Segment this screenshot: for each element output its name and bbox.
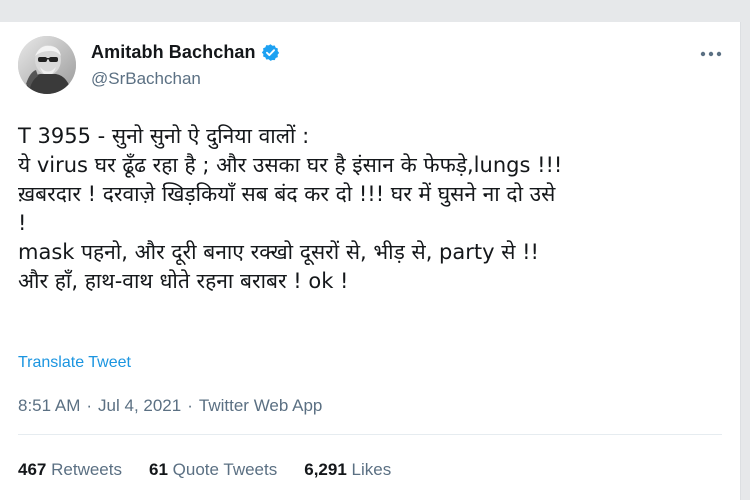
tweet-date[interactable]: Jul 4, 2021 [98, 396, 181, 415]
engagement-stats: 467 Retweets 61 Quote Tweets 6,291 Likes [18, 460, 391, 480]
author-name-row: Amitabh Bachchan [91, 42, 280, 63]
tweet-meta: 8:51 AM · Jul 4, 2021 · Twitter Web App [18, 396, 322, 416]
tweet-text-line: mask पहनो, और दूरी बनाए रक्खो दूसरों से,… [18, 240, 539, 264]
tweet-text: T 3955 - सुनो सुनो ऐ दुनिया वालों : ये v… [18, 122, 718, 296]
retweets-label: Retweets [51, 460, 122, 479]
tweet-card: Amitabh Bachchan @SrBachchan T 3955 - सु… [0, 22, 741, 500]
meta-separator: · [86, 396, 93, 415]
author-handle[interactable]: @SrBachchan [91, 69, 201, 89]
tweet-text-line: और हाँ, हाथ-वाथ धोते रहना बराबर ! ok ! [18, 269, 349, 293]
tweet-text-line: ! [18, 211, 27, 235]
likes-count: 6,291 [304, 460, 347, 479]
quote-tweets-stat[interactable]: 61 Quote Tweets [149, 460, 277, 480]
likes-label: Likes [351, 460, 392, 479]
likes-stat[interactable]: 6,291 Likes [304, 460, 391, 480]
retweets-count: 467 [18, 460, 47, 479]
tweet-source[interactable]: Twitter Web App [199, 396, 322, 415]
author-display-name[interactable]: Amitabh Bachchan [91, 42, 256, 63]
meta-separator: · [187, 396, 193, 415]
tweet-text-line: T 3955 - सुनो सुनो ऐ दुनिया वालों : [18, 124, 310, 148]
profile-photo-icon [18, 36, 76, 94]
screenshot-frame: Amitabh Bachchan @SrBachchan T 3955 - सु… [0, 0, 750, 500]
avatar[interactable] [18, 36, 76, 94]
retweets-stat[interactable]: 467 Retweets [18, 460, 122, 480]
quote-tweets-count: 61 [148, 460, 168, 479]
verified-badge-icon [261, 44, 279, 61]
translate-tweet-link[interactable]: Translate Tweet [18, 354, 131, 372]
quote-tweets-label: Quote Tweets [172, 460, 278, 479]
tweet-text-line: ख़बरदार ! दरवाज़े खिड़कियाँ सब बंद कर दो… [18, 182, 556, 206]
divider [18, 434, 722, 435]
more-options-icon[interactable] [700, 48, 722, 60]
tweet-text-line: ये virus घर ढूँढ रहा है ; और उसका घर है … [18, 153, 563, 177]
tweet-time[interactable]: 8:51 AM [18, 396, 80, 415]
